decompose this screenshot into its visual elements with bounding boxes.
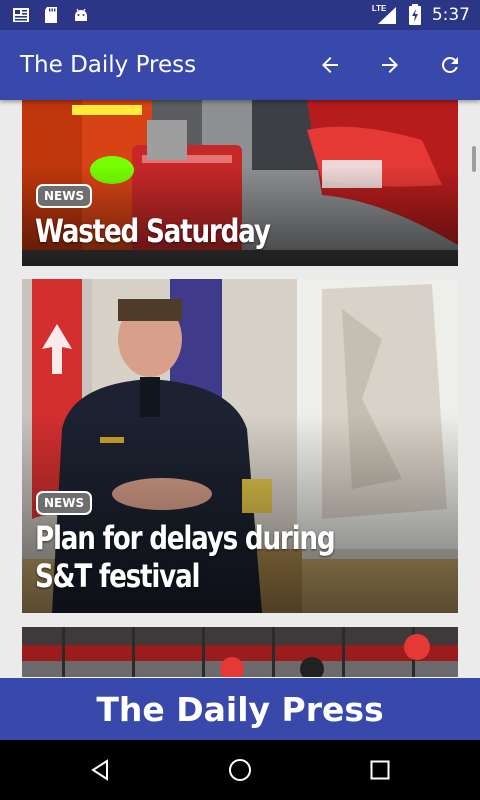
recents-square-icon bbox=[370, 760, 390, 780]
back-arrow-icon bbox=[322, 57, 338, 73]
nav-back-button[interactable] bbox=[85, 755, 115, 785]
article-card[interactable]: NEWS Plan for delays during S&T festival bbox=[22, 279, 458, 613]
article-photo bbox=[22, 627, 458, 678]
app-bar: The Daily Press bbox=[0, 30, 480, 100]
category-badge: NEWS bbox=[36, 491, 93, 515]
battery-charging-icon bbox=[408, 4, 421, 25]
navigation-bar bbox=[0, 740, 480, 800]
refresh-icon bbox=[441, 56, 458, 73]
article-card[interactable]: NEWS Wasted Saturday bbox=[22, 100, 458, 266]
article-feed[interactable]: NEWS Wasted Saturday NEWS Plan for delay… bbox=[0, 100, 480, 678]
forward-arrow-icon bbox=[382, 57, 398, 73]
refresh-button[interactable] bbox=[428, 45, 472, 85]
article-headline: Plan for delays during S&T festival bbox=[35, 519, 336, 595]
app-title: The Daily Press bbox=[20, 52, 197, 78]
android-icon bbox=[75, 8, 87, 21]
status-bar: LTE 5:37 bbox=[0, 0, 480, 30]
nav-recents-button[interactable] bbox=[365, 755, 395, 785]
article-headline: Wasted Saturday bbox=[35, 212, 271, 250]
back-triangle-icon bbox=[91, 759, 108, 781]
scrollbar[interactable] bbox=[472, 146, 476, 172]
sd-card-icon bbox=[45, 7, 57, 23]
footer-banner: The Daily Press bbox=[0, 678, 480, 740]
clock: 5:37 bbox=[431, 5, 470, 25]
back-button[interactable] bbox=[308, 45, 352, 85]
category-badge: NEWS bbox=[36, 184, 93, 208]
nav-home-button[interactable] bbox=[225, 755, 255, 785]
forward-button[interactable] bbox=[368, 45, 412, 85]
signal-icon: LTE bbox=[372, 4, 398, 26]
home-circle-icon bbox=[229, 759, 251, 781]
news-icon bbox=[13, 8, 29, 22]
footer-title: The Daily Press bbox=[96, 689, 384, 729]
article-card[interactable] bbox=[22, 627, 458, 678]
